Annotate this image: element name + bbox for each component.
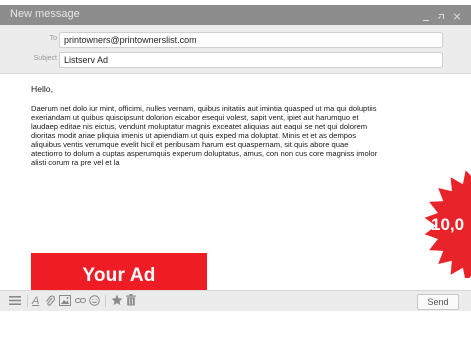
emoji-icon[interactable] [89,295,100,306]
subject-label: Subject [33,55,57,62]
text-format-icon[interactable]: A [32,294,39,308]
greeting-text: Hello, [31,84,53,94]
expand-icon[interactable] [438,12,446,22]
window-title: New message [10,8,80,20]
link-icon[interactable] [75,295,86,306]
compose-toolbar: A Send [0,290,471,311]
toolbar-divider [105,295,106,307]
star-icon[interactable] [111,294,123,306]
send-button[interactable]: Send [417,294,459,310]
attachment-icon[interactable] [45,295,55,307]
close-icon[interactable] [453,12,461,22]
subject-field[interactable]: Listserv Ad [59,52,443,68]
minimize-icon[interactable] [422,12,430,22]
ad-label: Your Ad [82,264,156,286]
trash-icon[interactable] [126,294,136,306]
to-field[interactable]: printowners@printownerslist.com [59,32,443,48]
to-row: To printowners@printownerslist.com [0,32,471,49]
image-icon[interactable] [59,295,71,306]
compose-header: To printowners@printownerslist.com Subje… [0,25,471,74]
menu-icon[interactable] [9,295,21,306]
compose-window: New message To printowners@printownersli… [0,0,471,339]
message-text: Daerum net dolo iur mint, officimi, null… [31,104,378,167]
toolbar-divider [27,295,28,307]
to-label: To [49,35,57,42]
badge-text: 10,0 [431,215,465,234]
bottom-margin [0,311,471,339]
title-bar: New message [0,5,471,25]
subject-row: Subject Listserv Ad [0,52,471,69]
